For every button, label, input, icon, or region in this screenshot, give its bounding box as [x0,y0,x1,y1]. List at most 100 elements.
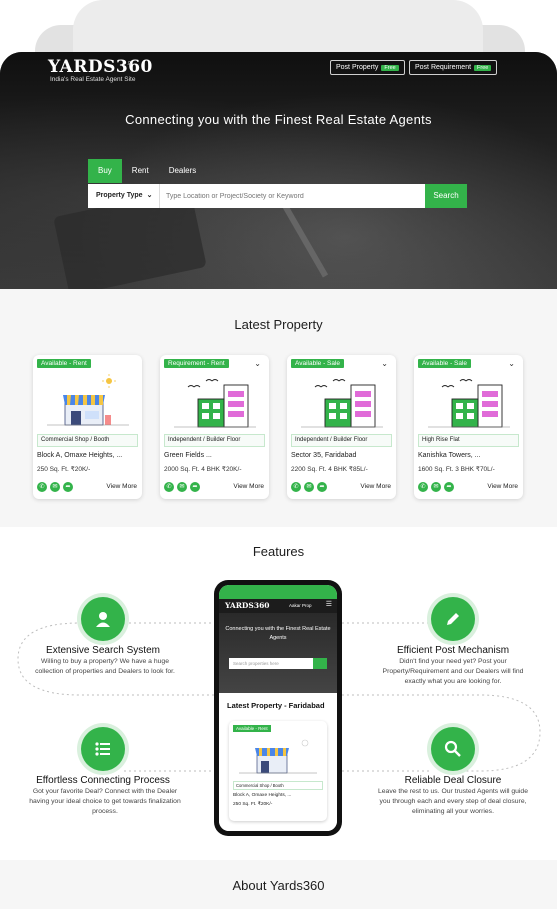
phone-hero-title: Connecting you with the Finest Real Esta… [225,626,331,641]
tab-buy[interactable]: Buy [88,159,122,183]
phone-user-name: Aakar Prop [289,603,312,608]
chevron-down-icon[interactable]: ⌄ [508,359,515,368]
phone-search-input[interactable]: Search properties here [229,658,327,669]
property-specs: 1600 Sq. Ft. 3 BHK ₹70L/- [418,466,495,473]
whatsapp-icon[interactable]: ✆ [418,482,428,492]
status-badge: Available - Rent [37,359,91,368]
mail-icon[interactable]: ✉ [177,482,187,492]
share-icon[interactable]: ➦ [190,482,200,492]
status-badge: Available - Sale [291,359,345,368]
post-requirement-label: Post Requirement [415,64,472,71]
free-badge: Free [381,65,399,71]
section-title: Latest Property [234,317,323,332]
card-actions: ✆ ✉ ➦ [291,482,327,492]
property-title: Sector 35, Faridabad [291,452,357,459]
property-category: High Rise Flat [418,434,519,447]
post-property-button[interactable]: Post Property Free [330,60,405,75]
share-icon[interactable]: ➦ [317,482,327,492]
section-title: About Yards360 [232,878,325,893]
property-specs: 250 Sq. Ft. ₹20K/- [37,466,91,473]
mail-icon[interactable]: ✉ [431,482,441,492]
status-badge: Available - Rent [233,725,271,732]
feature-title: Efficient Post Mechanism [396,645,510,656]
feature-title: Reliable Deal Closure [404,775,502,786]
whatsapp-icon[interactable]: ✆ [291,482,301,492]
about-section: About Yards360 [0,860,557,909]
phone-property-card[interactable]: Available - Rent Commercial Shop / Booth… [229,721,327,821]
feature-title: Extensive Search System [46,645,160,656]
search-tabs: Buy Rent Dealers [88,159,206,183]
search-input[interactable] [160,184,425,208]
site-logo[interactable]: YARDS360 India's Real Estate Agent Site [48,58,153,83]
status-badge: Requirement - Rent [164,359,229,368]
share-icon[interactable]: ➦ [444,482,454,492]
shop-illustration [47,374,129,426]
property-title: Block A, Omaxe Heights, ... [37,452,123,459]
feature-title: Effortless Connecting Process [36,775,170,786]
tab-dealers[interactable]: Dealers [159,159,207,183]
website-frame: YARDS360 India's Real Estate Agent Site … [0,52,557,909]
latest-property-section: Latest Property Available - Rent Commerc… [0,289,557,527]
property-specs: 250 Sq. Ft. ₹20K/- [233,802,273,807]
property-card[interactable]: Available - Sale ⌄ Independent / Builder… [287,355,396,499]
status-badge: Available - Sale [418,359,472,368]
building-illustration [174,379,256,428]
whatsapp-icon[interactable]: ✆ [164,482,174,492]
property-title: Block A, Omaxe Heights, ... [233,793,292,798]
property-category: Commercial Shop / Booth [37,434,138,447]
view-more-link[interactable]: View More [233,483,264,490]
feature-description: Willing to buy a property? We have a hug… [35,658,175,675]
property-card[interactable]: Available - Sale ⌄ High Rise Flat Kanish… [414,355,523,499]
mail-icon[interactable]: ✉ [50,482,60,492]
property-type-select[interactable]: Property Type ⌄ [88,184,160,208]
phone-logo: YARDS360 [225,601,270,610]
shop-illustration [239,739,317,774]
property-category: Independent / Builder Floor [291,434,392,447]
logo-text: YARDS360 [48,57,153,77]
property-category: Commercial Shop / Booth [233,781,323,790]
chevron-down-icon[interactable]: ⌄ [381,359,388,368]
property-specs: 2000 Sq. Ft. 4 BHK ₹20K/- [164,466,242,473]
logo-tagline: India's Real Estate Agent Site [50,76,136,83]
feature-description: Didn't find your need yet? Post your Pro… [382,658,524,685]
chevron-down-icon: ⌄ [146,192,153,199]
phone-search-placeholder: Search properties here [233,661,279,666]
view-more-link[interactable]: View More [360,483,391,490]
card-actions: ✆ ✉ ➦ [37,482,73,492]
feature-description: Got your favorite Deal? Connect with the… [29,788,181,815]
card-actions: ✆ ✉ ➦ [164,482,200,492]
whatsapp-icon[interactable]: ✆ [37,482,47,492]
property-title: Kanishka Towers, ... [418,452,481,459]
chevron-down-icon[interactable]: ⌄ [254,359,261,368]
view-more-link[interactable]: View More [487,483,518,490]
property-type-label: Property Type [96,192,143,199]
view-more-link[interactable]: View More [106,483,137,490]
features-section: Features Extensive Search System Willing… [0,527,557,860]
magnifier-icon [431,727,475,771]
hamburger-menu-icon[interactable]: ☰ [326,600,332,608]
post-property-label: Post Property [336,64,379,71]
search-bar: Property Type⌄ Search [88,184,467,208]
card-actions: ✆ ✉ ➦ [418,482,454,492]
building-illustration [428,379,510,428]
pencil-icon [431,597,475,641]
tab-rent[interactable]: Rent [122,159,159,183]
property-specs: 2200 Sq. Ft. 4 BHK ₹85L/- [291,466,368,473]
post-requirement-button[interactable]: Post Requirement Free [409,60,498,75]
page: YARDS360 India's Real Estate Agent Site … [0,0,557,909]
background-decoration [73,0,483,60]
logo-suffix: .in [127,61,133,67]
list-icon [81,727,125,771]
free-badge: Free [474,65,492,71]
feature-description: Leave the rest to us. Our trusted Agents… [378,788,528,815]
phone-mockup: YARDS360 Aakar Prop ☰ Connecting you wit… [214,580,342,836]
mail-icon[interactable]: ✉ [304,482,314,492]
phone-screen: YARDS360 Aakar Prop ☰ Connecting you wit… [219,585,337,831]
share-icon[interactable]: ➦ [63,482,73,492]
search-button[interactable]: Search [425,184,467,208]
property-card[interactable]: Available - Rent Commercial Shop / Booth… [33,355,142,499]
property-card[interactable]: Requirement - Rent ⌄ Independent / Build… [160,355,269,499]
phone-search-button[interactable] [313,658,327,669]
search-people-icon [81,597,125,641]
property-category: Independent / Builder Floor [164,434,265,447]
